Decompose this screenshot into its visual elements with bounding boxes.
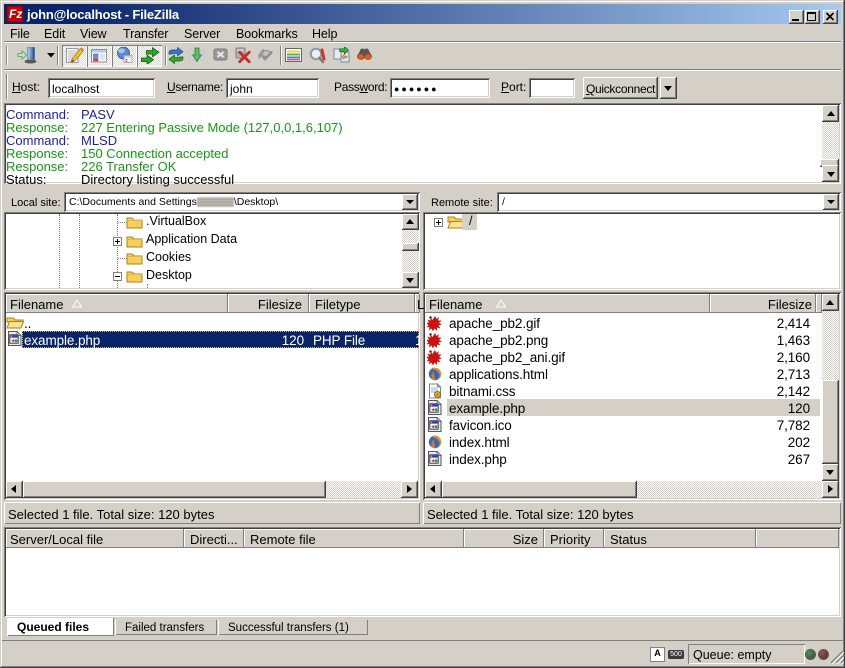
svg-text:Fz: Fz — [9, 7, 22, 21]
